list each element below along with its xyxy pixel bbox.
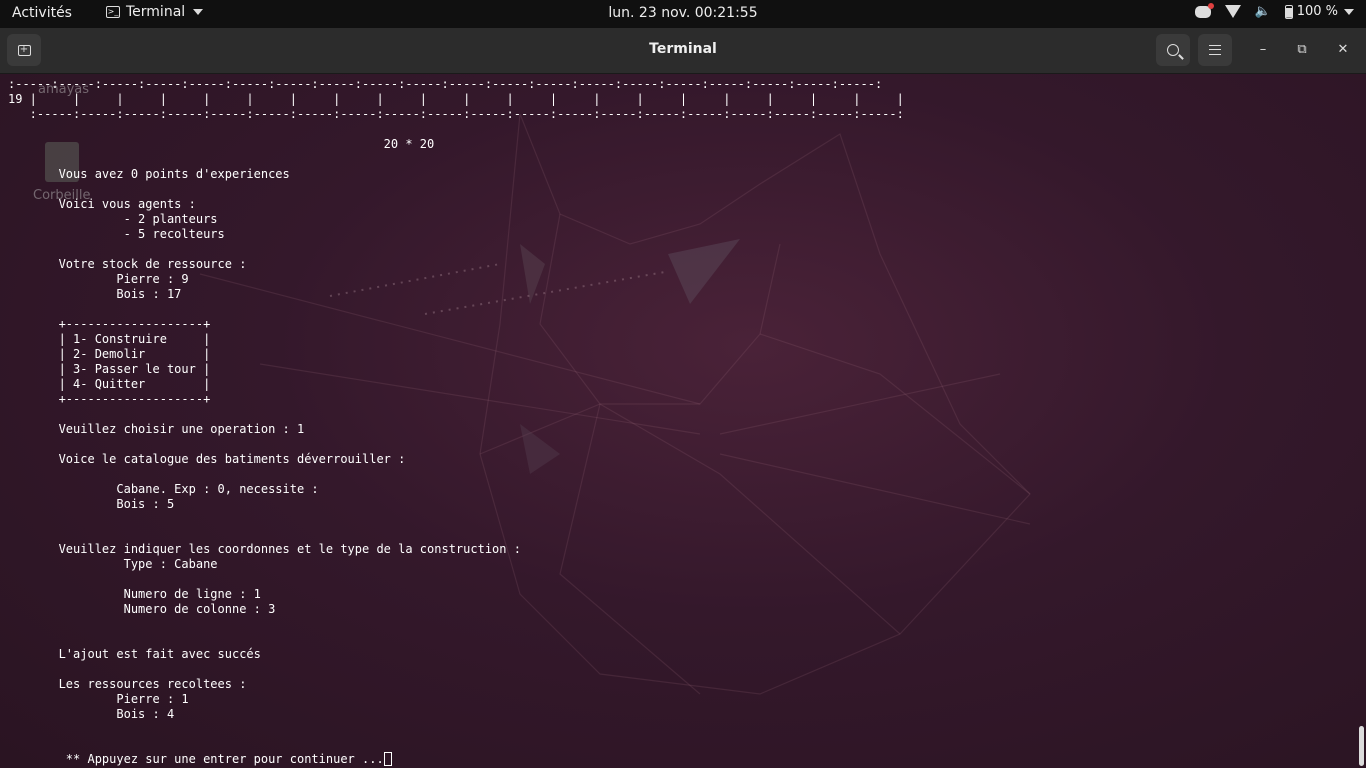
close-button[interactable]: ✕ (1333, 40, 1353, 60)
terminal-line: Veuillez indiquer les coordonnes et le t… (58, 542, 521, 556)
terminal-output: :-----:-----:-----:-----:-----:-----:---… (8, 77, 904, 767)
battery-indicator[interactable]: 100 % (1284, 4, 1354, 19)
terminal-line: | 3- Passer le tour | (58, 362, 211, 376)
terminal-line: Votre stock de ressource : (58, 257, 247, 271)
terminal-line: +-------------------+ (58, 392, 211, 406)
terminal-headerbar: + Terminal – ⧉ ✕ (0, 28, 1366, 74)
wifi-icon[interactable] (1224, 5, 1241, 18)
new-tab-icon: + (17, 44, 31, 56)
system-tray[interactable]: 🔈 100 % (1194, 2, 1354, 19)
restore-icon: ⧉ (1297, 42, 1307, 57)
terminal-line: Numero de colonne : 3 (123, 602, 276, 616)
clock-container: lun. 23 nov. 00:21:55 (0, 5, 1366, 21)
terminal-line: :-----:-----:-----:-----:-----:-----:---… (29, 107, 904, 121)
close-icon: ✕ (1337, 42, 1349, 57)
terminal-line: Les ressources recoltees : (58, 677, 247, 691)
terminal-line: | 4- Quitter | (58, 377, 211, 391)
chevron-down-icon (1344, 8, 1354, 15)
terminal-line: +-------------------+ (58, 317, 211, 331)
discord-icon[interactable] (1194, 2, 1214, 18)
terminal-line: Vous avez 0 points d'experiences (58, 167, 290, 181)
terminal-line: | 2- Demolir | (58, 347, 211, 361)
top-bar: Activités >_ Terminal lun. 23 nov. 00:21… (0, 0, 1366, 28)
terminal-line: Voice le catalogue des batiments déverro… (58, 452, 406, 466)
minimize-button[interactable]: – (1253, 40, 1273, 60)
terminal-line: Pierre : 9 (116, 272, 189, 286)
hamburger-icon (1209, 45, 1221, 55)
volume-icon[interactable]: 🔈 (1255, 4, 1271, 19)
text-cursor (383, 752, 392, 766)
terminal-line: Numero de ligne : 1 (123, 587, 261, 601)
search-icon (1167, 44, 1179, 56)
continue-prompt: ** Appuyez sur une entrer pour continuer… (8, 752, 384, 766)
minimize-icon: – (1259, 42, 1267, 57)
terminal-line: Cabane. Exp : 0, necessite : (116, 482, 319, 496)
terminal-line: 20 * 20 (383, 137, 435, 151)
terminal-content[interactable]: amayas Corbeille :-----:-----:-----:----… (0, 74, 1366, 768)
terminal-line: Pierre : 1 (116, 692, 189, 706)
clock[interactable]: lun. 23 nov. 00:21:55 (608, 5, 757, 21)
terminal-icon: >_ (106, 6, 120, 18)
app-menu[interactable]: >_ Terminal (106, 4, 204, 20)
chevron-down-icon (193, 9, 204, 15)
battery-icon (1284, 4, 1293, 19)
terminal-line: :-----:-----:-----:-----:-----:-----:---… (8, 77, 883, 91)
menu-button[interactable] (1198, 34, 1232, 66)
terminal-line: - 5 recolteurs (123, 227, 225, 241)
terminal-line: Bois : 17 (116, 287, 182, 301)
terminal-line: Bois : 4 (116, 707, 175, 721)
scrollbar[interactable] (1359, 726, 1364, 766)
maximize-button[interactable]: ⧉ (1292, 40, 1312, 60)
new-tab-button[interactable]: + (7, 34, 41, 66)
terminal-line: | 1- Construire | (58, 332, 211, 346)
terminal-line: L'ajout est fait avec succés (58, 647, 261, 661)
terminal-lines: :-----:-----:-----:-----:-----:-----:---… (8, 77, 904, 721)
terminal-line: 19 | | | | | | | | | | | | | | | | | | |… (8, 92, 904, 106)
search-button[interactable] (1156, 34, 1190, 66)
app-menu-label: Terminal (126, 4, 186, 20)
terminal-line: Voici vous agents : (58, 197, 196, 211)
terminal-line: Veuillez choisir une operation : 1 (58, 422, 305, 436)
activities-button[interactable]: Activités (12, 5, 72, 21)
battery-percent: 100 % (1296, 4, 1338, 19)
terminal-line: Type : Cabane (123, 557, 218, 571)
terminal-line: - 2 planteurs (123, 212, 218, 226)
terminal-line: Bois : 5 (116, 497, 175, 511)
